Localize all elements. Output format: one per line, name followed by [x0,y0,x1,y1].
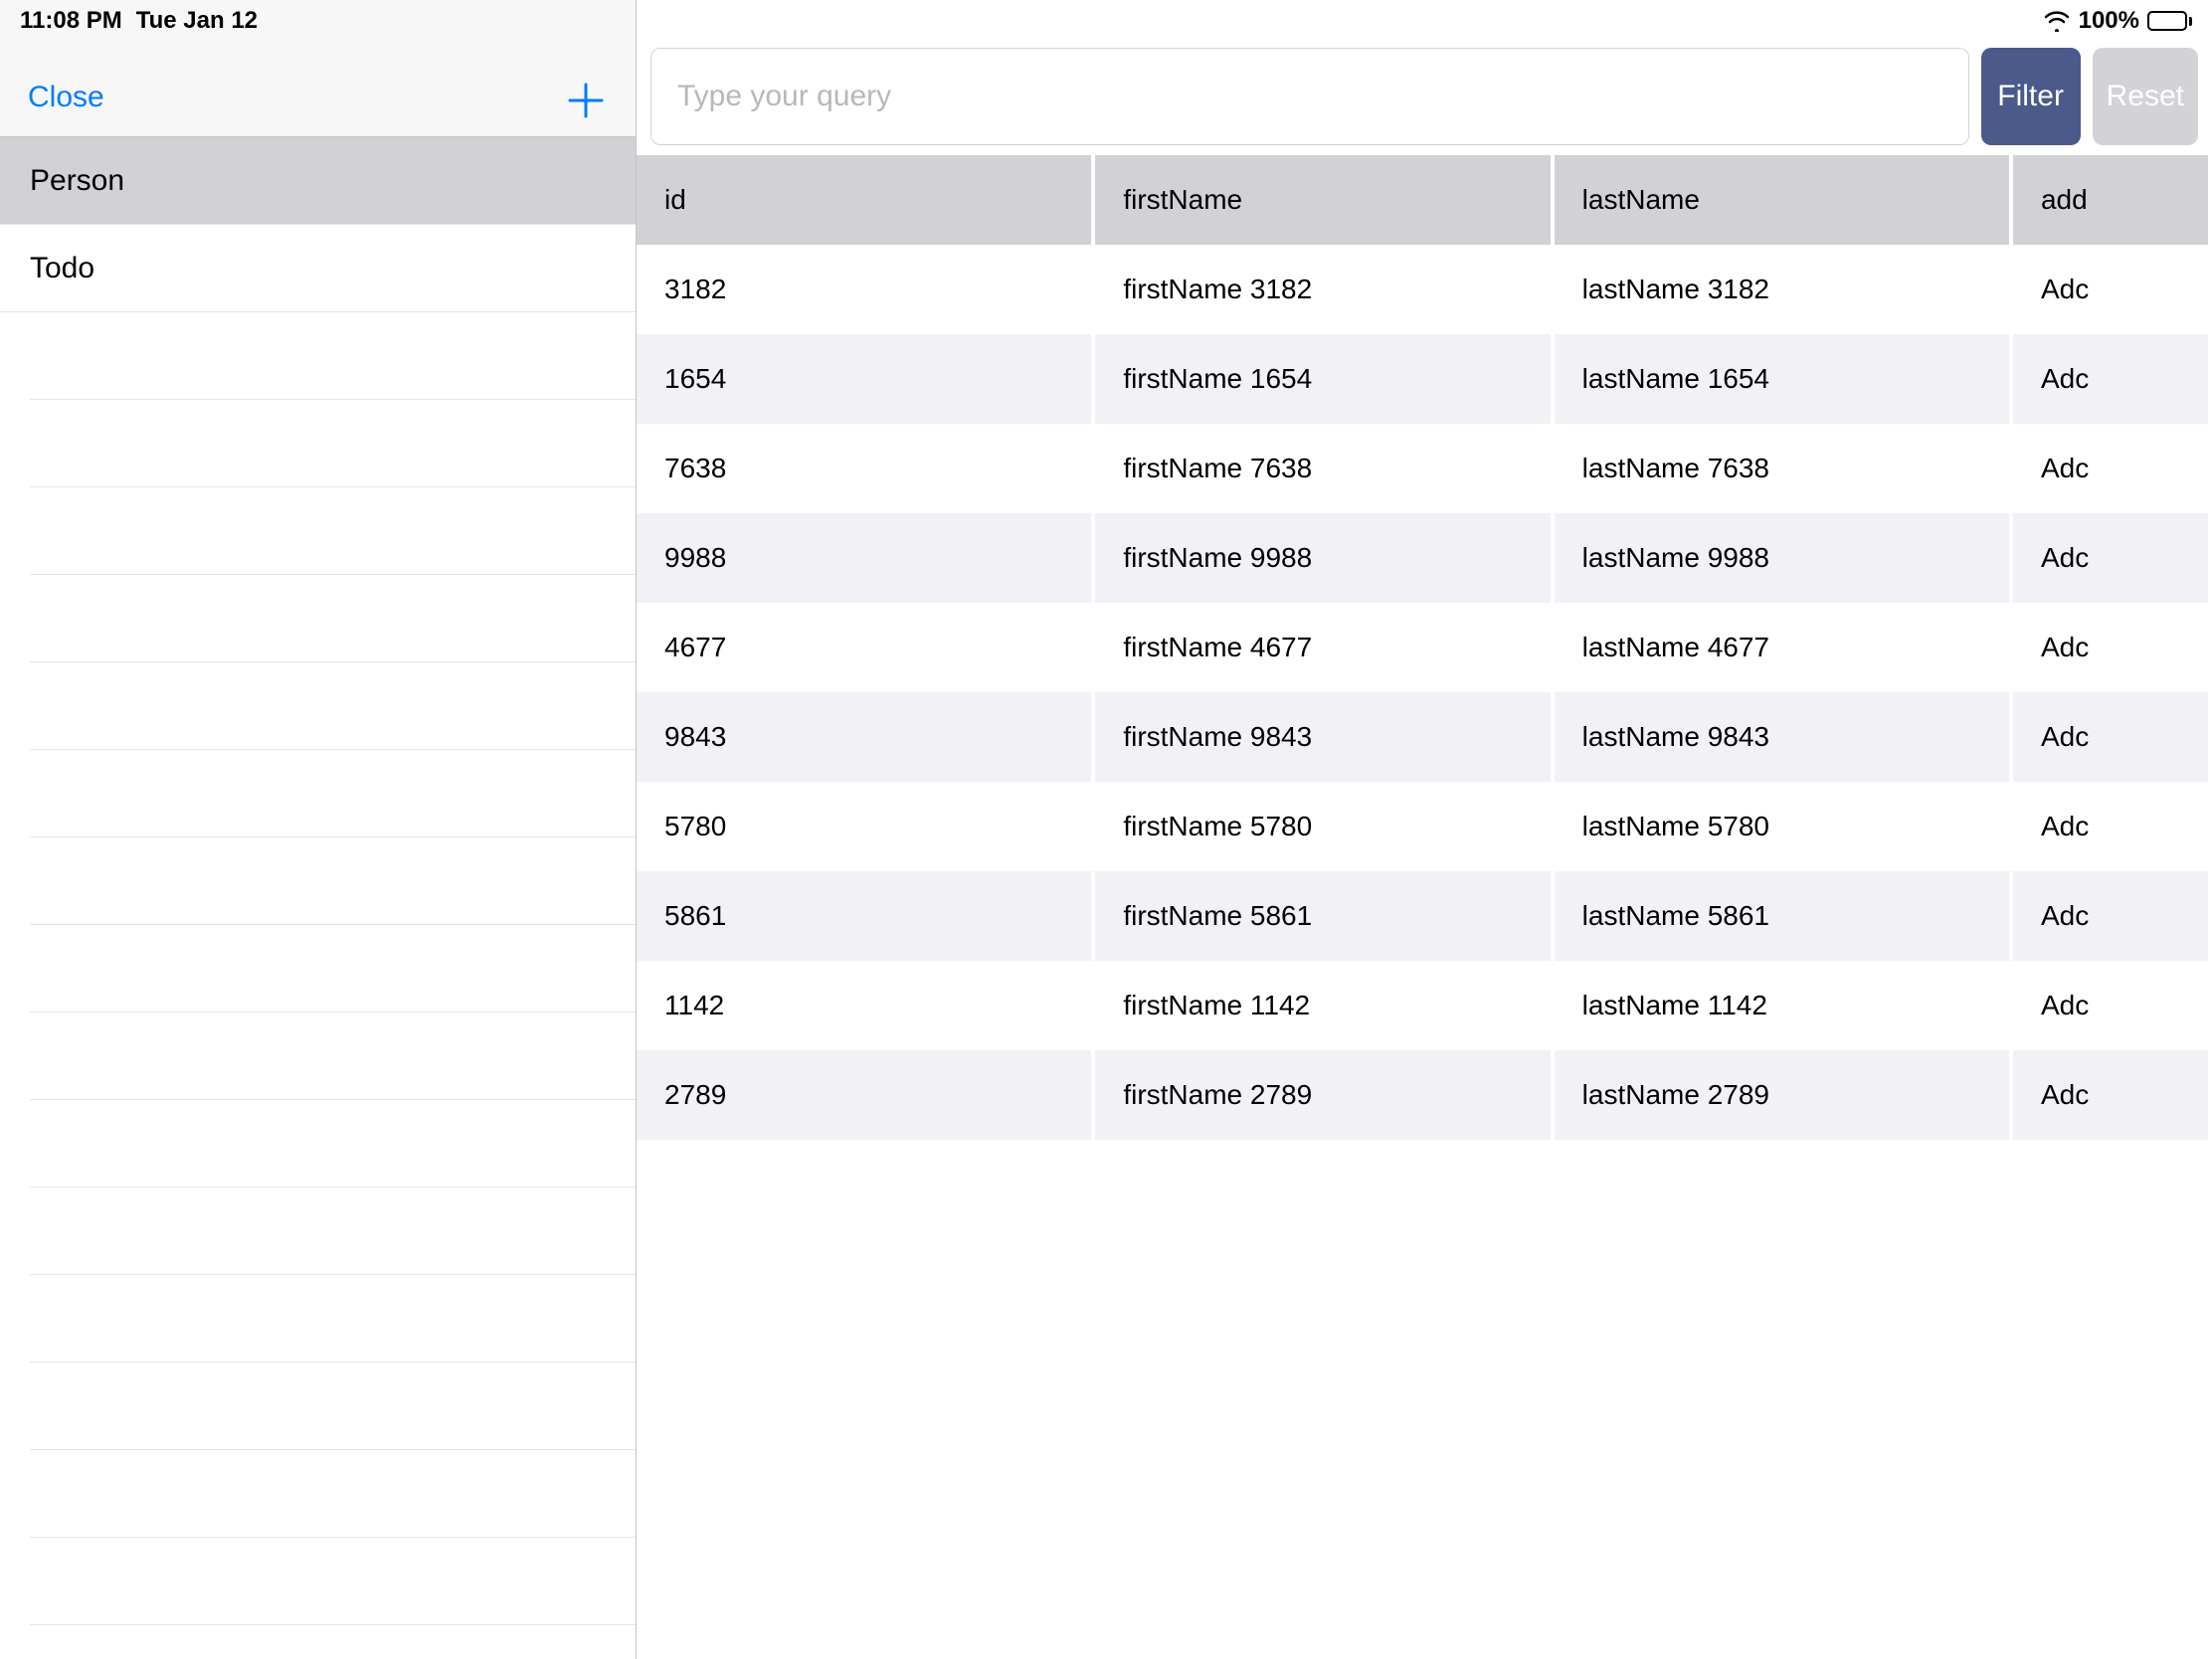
table-row[interactable]: 5861firstName 5861lastName 5861Adc [637,871,2212,961]
cell-firstName: firstName 1142 [1095,961,1554,1050]
cell-lastName: lastName 9843 [1555,692,2013,782]
cell-lastName: lastName 1654 [1555,334,2013,424]
cell-lastName: lastName 9988 [1555,513,2013,603]
cell-lastName: lastName 5780 [1555,782,2013,871]
cell-id: 4677 [637,603,1095,692]
cell-id: 2789 [637,1050,1095,1140]
cell-addr: Adc [2013,334,2212,424]
reset-button[interactable]: Reset [2093,48,2198,145]
plus-icon [564,79,608,122]
cell-addr: Adc [2013,782,2212,871]
cell-id: 5780 [637,782,1095,871]
close-button[interactable]: Close [28,81,104,114]
cell-firstName: firstName 2789 [1095,1050,1554,1140]
sidebar-empty-row [30,487,636,575]
cell-id: 5861 [637,871,1095,961]
sidebar-empty-row [30,750,636,837]
sidebar-item-person[interactable]: Person [0,137,636,225]
sidebar-empty-row [30,575,636,662]
sidebar-empty-row [30,400,636,487]
cell-firstName: firstName 4677 [1095,603,1554,692]
cell-lastName: lastName 3182 [1555,245,2013,334]
cell-id: 1654 [637,334,1095,424]
cell-lastName: lastName 2789 [1555,1050,2013,1140]
battery-icon [2147,11,2192,31]
cell-firstName: firstName 3182 [1095,245,1554,334]
cell-id: 9988 [637,513,1095,603]
column-header-add[interactable]: add [2013,155,2212,245]
data-table: idfirstNamelastNameadd3182firstName 3182… [637,155,2212,1140]
sidebar-item-label: Todo [30,252,94,285]
sidebar: Close Person Todo [0,0,637,1659]
table-row[interactable]: 5780firstName 5780lastName 5780Adc [637,782,2212,871]
table-row[interactable]: 1654firstName 1654lastName 1654Adc [637,334,2212,424]
table-row[interactable]: 2789firstName 2789lastName 2789Adc [637,1050,2212,1140]
column-header-lastName[interactable]: lastName [1555,155,2013,245]
sidebar-empty-row [30,1450,636,1538]
table-wrap[interactable]: idfirstNamelastNameadd3182firstName 3182… [637,155,2212,1659]
cell-id: 7638 [637,424,1095,513]
sidebar-empty-row [30,1275,636,1363]
cell-lastName: lastName 4677 [1555,603,2013,692]
table-row[interactable]: 4677firstName 4677lastName 4677Adc [637,603,2212,692]
sidebar-empty-row [30,1100,636,1188]
sidebar-empty-row [30,1188,636,1275]
sidebar-list: Person Todo [0,137,636,1659]
cell-firstName: firstName 5861 [1095,871,1554,961]
table-row[interactable]: 9988firstName 9988lastName 9988Adc [637,513,2212,603]
cell-addr: Adc [2013,424,2212,513]
cell-firstName: firstName 5780 [1095,782,1554,871]
sidebar-empty-row [30,312,636,400]
table-row[interactable]: 9843firstName 9843lastName 9843Adc [637,692,2212,782]
sidebar-empty-row [30,837,636,925]
status-date: Tue Jan 12 [136,7,258,35]
cell-addr: Adc [2013,871,2212,961]
status-time: 11:08 PM [20,7,122,35]
cell-firstName: firstName 9988 [1095,513,1554,603]
status-bar: 11:08 PM Tue Jan 12 100% [0,0,2212,36]
wifi-icon [2043,10,2071,32]
sidebar-empty-row [30,925,636,1013]
cell-addr: Adc [2013,1050,2212,1140]
cell-addr: Adc [2013,603,2212,692]
filter-button[interactable]: Filter [1981,48,2081,145]
query-input[interactable] [650,48,1969,145]
cell-id: 1142 [637,961,1095,1050]
cell-addr: Adc [2013,961,2212,1050]
table-header: idfirstNamelastNameadd [637,155,2212,245]
column-header-id[interactable]: id [637,155,1095,245]
sidebar-item-todo[interactable]: Todo [0,225,636,312]
add-button[interactable] [564,79,608,122]
cell-addr: Adc [2013,692,2212,782]
sidebar-empty-row [30,1013,636,1100]
cell-firstName: firstName 9843 [1095,692,1554,782]
cell-id: 9843 [637,692,1095,782]
cell-lastName: lastName 1142 [1555,961,2013,1050]
cell-id: 3182 [637,245,1095,334]
cell-lastName: lastName 5861 [1555,871,2013,961]
cell-addr: Adc [2013,513,2212,603]
cell-addr: Adc [2013,245,2212,334]
cell-lastName: lastName 7638 [1555,424,2013,513]
cell-firstName: firstName 7638 [1095,424,1554,513]
status-battery-pct: 100% [2079,7,2139,35]
main: Filter Reset idfirstNamelastNameadd3182f… [637,0,2212,1659]
sidebar-empty-row [30,1363,636,1450]
table-row[interactable]: 3182firstName 3182lastName 3182Adc [637,245,2212,334]
column-header-firstName[interactable]: firstName [1095,155,1554,245]
table-row[interactable]: 1142firstName 1142lastName 1142Adc [637,961,2212,1050]
cell-firstName: firstName 1654 [1095,334,1554,424]
sidebar-item-label: Person [30,164,124,198]
table-row[interactable]: 7638firstName 7638lastName 7638Adc [637,424,2212,513]
sidebar-empty-row [30,1538,636,1625]
sidebar-empty-row [30,662,636,750]
